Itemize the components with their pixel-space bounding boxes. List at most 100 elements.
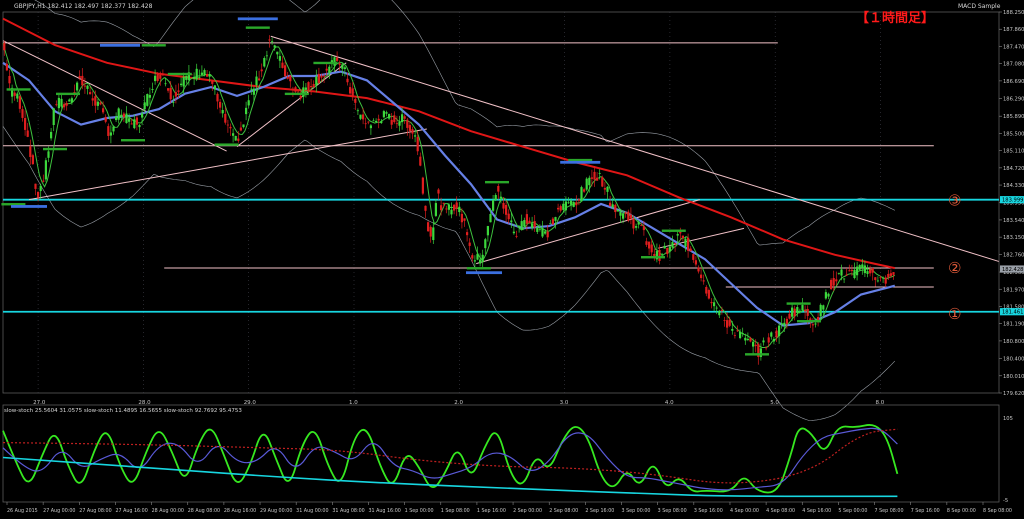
bull-candle bbox=[554, 217, 557, 221]
bull-candle bbox=[861, 264, 864, 269]
bear-candle bbox=[161, 74, 164, 76]
bear-candle bbox=[525, 214, 528, 224]
bear-candle bbox=[590, 177, 593, 179]
stochastic-title: slow-stoch 25.5604 31.0575 slow-stoch 11… bbox=[4, 408, 242, 414]
bear-candle bbox=[281, 62, 284, 68]
bear-candle bbox=[5, 63, 8, 71]
bull-candle bbox=[819, 304, 822, 317]
bear-candle bbox=[406, 119, 409, 128]
bear-candle bbox=[728, 319, 731, 326]
bear-candle bbox=[879, 277, 882, 279]
bear-candle bbox=[354, 98, 357, 103]
bull-candle bbox=[213, 85, 216, 90]
bull-candle bbox=[109, 132, 112, 136]
bull-candle bbox=[278, 56, 281, 61]
time-label: 31 Aug 16:00 bbox=[368, 508, 400, 514]
time-label: 2 Sep 08:00 bbox=[549, 508, 578, 514]
bear-candle bbox=[733, 335, 736, 337]
bull-candle bbox=[837, 272, 840, 274]
price-tick-label: 186.290 bbox=[1003, 97, 1024, 103]
bear-candle bbox=[268, 39, 271, 41]
bear-candle bbox=[211, 80, 214, 84]
bear-candle bbox=[229, 126, 232, 129]
chart-window: 188.250 187.860 187.470 187.080 186.690 186.2… bbox=[0, 0, 1024, 515]
bear-candle bbox=[169, 87, 172, 100]
bear-candle bbox=[89, 92, 92, 95]
bull-candle bbox=[385, 112, 388, 114]
bull-candle bbox=[76, 82, 79, 91]
bear-candle bbox=[18, 96, 21, 109]
bull-candle bbox=[713, 302, 716, 307]
bull-candle bbox=[380, 121, 383, 124]
bear-candle bbox=[65, 102, 68, 106]
bull-candle bbox=[684, 238, 687, 247]
bull-candle bbox=[304, 87, 307, 90]
bull-candle bbox=[770, 332, 773, 337]
bull-candle bbox=[273, 45, 276, 48]
bull-candle bbox=[432, 227, 435, 241]
bear-candle bbox=[31, 155, 34, 165]
bear-candle bbox=[206, 74, 209, 77]
bear-candle bbox=[869, 269, 872, 274]
bear-candle bbox=[559, 206, 562, 211]
bull-candle bbox=[369, 125, 372, 129]
bull-candle bbox=[588, 177, 591, 186]
stoch-tick-label: 105 bbox=[1003, 416, 1013, 422]
indicator-label: MACD Sample bbox=[958, 3, 1001, 10]
bull-candle bbox=[541, 228, 544, 237]
bull-candle bbox=[791, 307, 794, 317]
price-tick-label: 187.470 bbox=[1003, 44, 1024, 50]
bull-candle bbox=[232, 133, 235, 136]
bear-candle bbox=[403, 116, 406, 119]
bull-candle bbox=[203, 70, 206, 76]
bear-candle bbox=[390, 119, 393, 125]
bull-candle bbox=[434, 203, 437, 216]
bull-candle bbox=[494, 195, 497, 201]
bear-candle bbox=[317, 73, 320, 83]
time-label: 28 Aug 08:00 bbox=[188, 508, 220, 514]
bear-candle bbox=[642, 226, 645, 231]
bear-candle bbox=[551, 218, 554, 225]
bull-candle bbox=[234, 135, 237, 141]
bull-candle bbox=[824, 292, 827, 299]
bull-candle bbox=[50, 131, 53, 139]
fractal-up-marker bbox=[141, 44, 166, 47]
bull-candle bbox=[255, 76, 258, 86]
bear-candle bbox=[323, 75, 326, 77]
bull-candle bbox=[388, 114, 391, 119]
fractal-down-marker bbox=[284, 92, 309, 96]
bear-candle bbox=[408, 125, 411, 132]
bull-candle bbox=[518, 225, 521, 228]
bear-candle bbox=[167, 88, 170, 91]
bull-candle bbox=[798, 310, 801, 313]
bear-candle bbox=[156, 73, 159, 81]
bear-candle bbox=[874, 277, 877, 281]
bear-candle bbox=[445, 208, 448, 210]
bull-candle bbox=[96, 101, 99, 106]
price-tick-label: 181.190 bbox=[1003, 322, 1024, 328]
bull-candle bbox=[68, 99, 71, 102]
time-label: 27 Aug 08:00 bbox=[79, 508, 111, 514]
bear-candle bbox=[237, 138, 240, 141]
annotation-3: ③ bbox=[948, 192, 961, 210]
bull-candle bbox=[536, 227, 539, 232]
price-tick-label: 180.010 bbox=[1003, 374, 1024, 380]
bull-candle bbox=[598, 172, 601, 174]
bear-candle bbox=[177, 90, 180, 92]
bull-candle bbox=[242, 124, 245, 128]
bull-candle bbox=[315, 76, 318, 86]
bull-candle bbox=[544, 231, 547, 234]
fractal-down-marker bbox=[466, 267, 491, 270]
bear-candle bbox=[29, 146, 32, 157]
bear-candle bbox=[13, 92, 16, 96]
bull-candle bbox=[856, 266, 859, 276]
price-chart[interactable]: 188.250 187.860 187.470 187.080 186.690 186.2… bbox=[0, 0, 1024, 515]
bull-candle bbox=[741, 332, 744, 334]
price-tick-label: 184.330 bbox=[1003, 183, 1024, 189]
fractal-up-marker bbox=[661, 229, 686, 232]
bear-candle bbox=[55, 104, 58, 106]
bear-candle bbox=[848, 270, 851, 272]
time-label: 4 Sep 00:00 bbox=[730, 508, 759, 514]
bull-candle bbox=[154, 75, 157, 82]
bear-candle bbox=[785, 318, 788, 324]
